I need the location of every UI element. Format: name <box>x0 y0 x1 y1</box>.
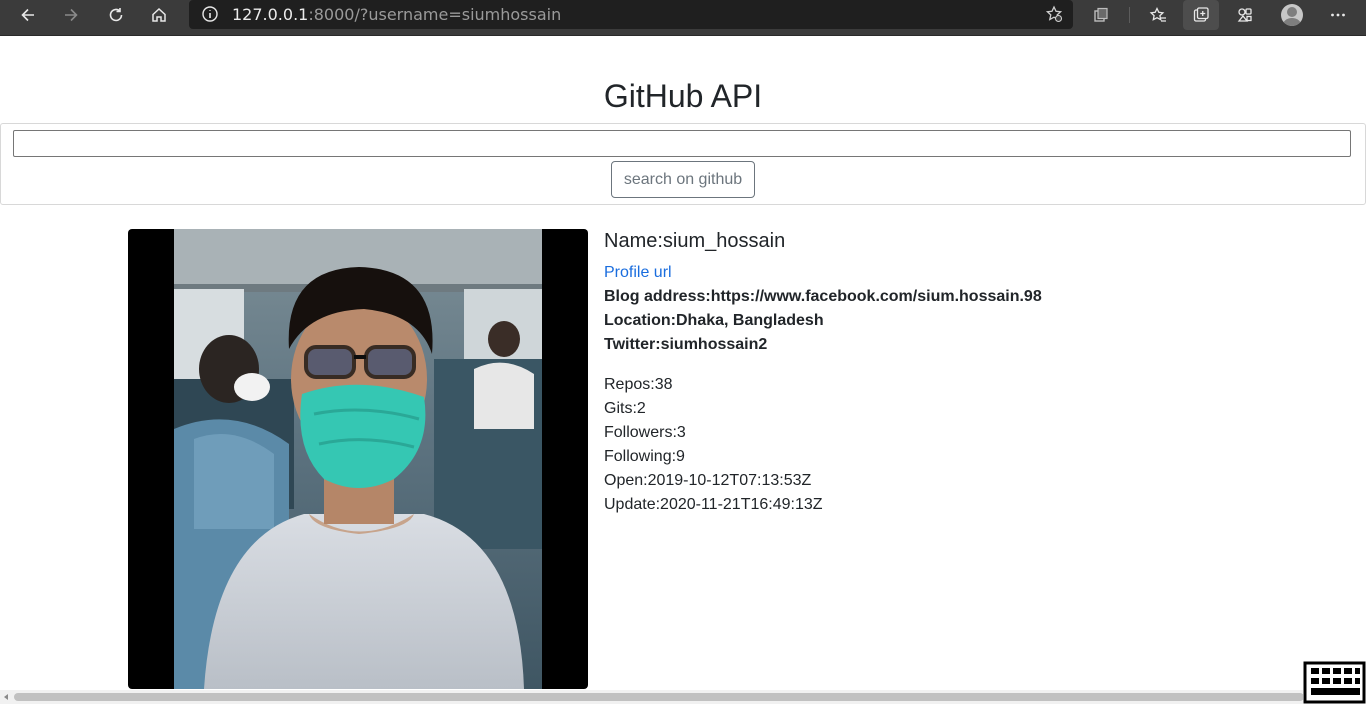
scroll-left-arrow[interactable] <box>4 694 8 700</box>
toolbar-separator <box>1129 7 1130 23</box>
refresh-button[interactable] <box>98 0 134 30</box>
add-favorite-icon[interactable] <box>1045 5 1063 23</box>
page-title: GitHub API <box>603 78 763 114</box>
search-input[interactable] <box>13 130 1351 157</box>
stat-following: Following:9 <box>604 448 685 465</box>
collections-icon <box>1094 7 1108 22</box>
back-button[interactable] <box>10 0 46 30</box>
refresh-icon <box>109 8 123 22</box>
twitter: Twitter:siumhossain2 <box>604 336 768 353</box>
address-bar[interactable]: 127.0.0.1:8000/?username=siumhossain <box>189 0 1073 29</box>
stat-gists: Gits:2 <box>604 400 646 417</box>
forward-button[interactable] <box>53 0 89 30</box>
favorites-button[interactable] <box>1140 0 1176 30</box>
profile-icon <box>1281 4 1303 26</box>
collections-button[interactable] <box>1083 0 1119 30</box>
location: Location:Dhaka, Bangladesh <box>604 312 824 329</box>
stat-followers: Followers:3 <box>604 424 686 441</box>
url-host: 127.0.0.1 <box>232 5 309 24</box>
profile-url-link[interactable]: Profile url <box>604 264 672 282</box>
blog-address: Blog address:https://www.facebook.com/si… <box>604 288 1042 305</box>
info-icon[interactable] <box>201 5 219 23</box>
search-button[interactable]: search on github <box>611 161 755 198</box>
search-form: search on github <box>0 123 1366 205</box>
tab-actions-button[interactable] <box>1183 0 1219 30</box>
extensions-button[interactable] <box>1227 0 1263 30</box>
more-button[interactable] <box>1320 0 1356 30</box>
profile-photo <box>174 229 542 689</box>
stat-created: Open:2019-10-12T07:13:53Z <box>604 472 812 489</box>
extensions-icon <box>1237 8 1252 22</box>
favorites-icon <box>1149 6 1166 22</box>
browser-toolbar: 127.0.0.1:8000/?username=siumhossain <box>0 0 1366 36</box>
keyboard-icon <box>1303 661 1366 704</box>
profile-avatar-image <box>128 229 588 689</box>
url-path: :8000/?username=siumhossain <box>308 5 562 24</box>
tab-actions-icon <box>1193 7 1209 22</box>
touch-keyboard-button[interactable] <box>1303 660 1366 704</box>
scrollbar-thumb[interactable] <box>14 693 1304 701</box>
home-icon <box>152 7 166 22</box>
more-icon <box>1331 13 1345 17</box>
back-icon <box>21 8 34 22</box>
stat-updated: Update:2020-11-21T16:49:13Z <box>604 496 823 513</box>
stat-repos: Repos:38 <box>604 376 673 393</box>
forward-icon <box>65 8 78 22</box>
url-text[interactable]: 127.0.0.1:8000/?username=siumhossain <box>232 0 561 29</box>
horizontal-scrollbar[interactable] <box>0 690 1366 704</box>
profile-button[interactable] <box>1274 0 1310 30</box>
home-button[interactable] <box>141 0 177 30</box>
profile-name: Name:sium_hossain <box>604 230 786 252</box>
